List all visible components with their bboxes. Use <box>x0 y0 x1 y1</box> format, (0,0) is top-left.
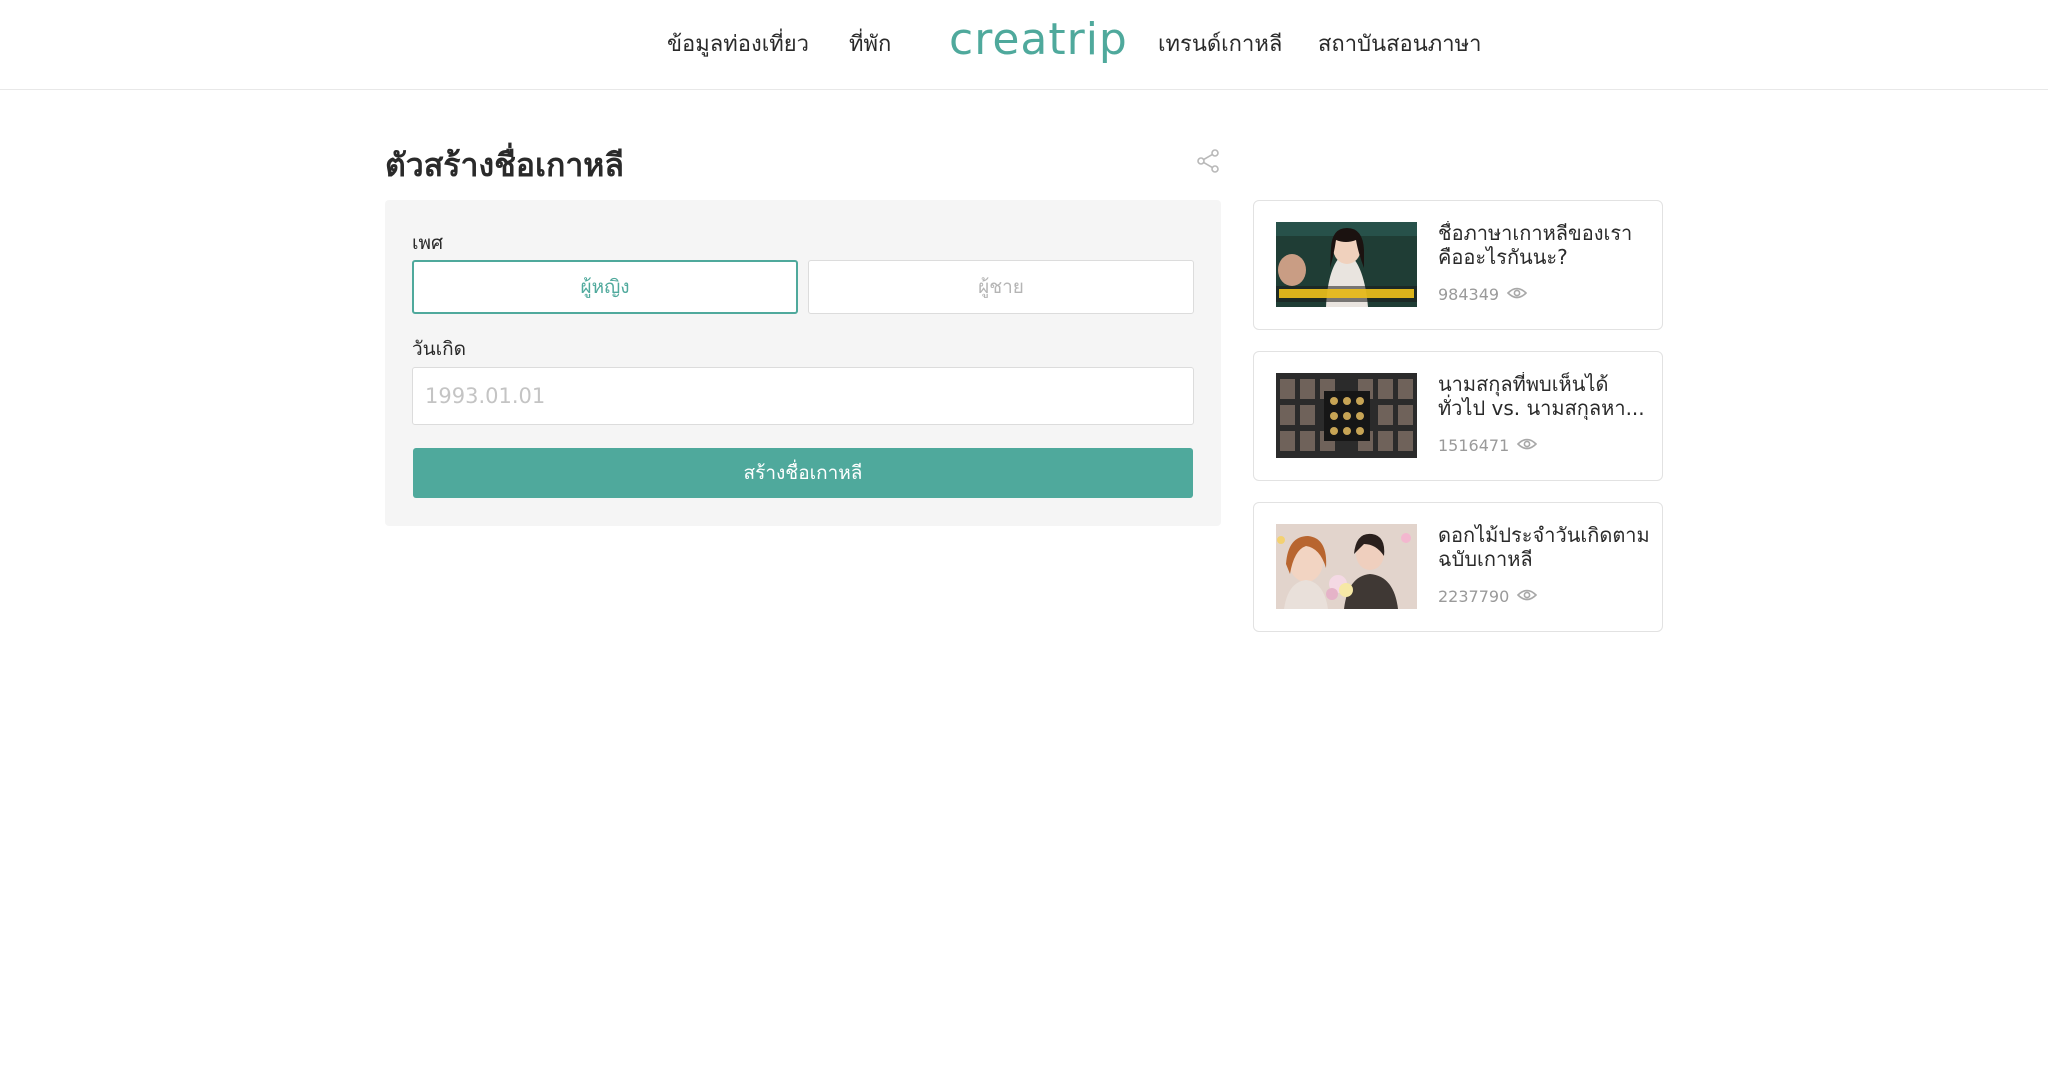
nav-accommodation[interactable]: ที่พัก <box>849 26 891 61</box>
share-icon[interactable] <box>1196 148 1220 174</box>
page-title: ตัวสร้างชื่อเกาหลี <box>385 146 624 184</box>
article-view-count: 984349 <box>1438 285 1528 304</box>
article-title: ดอกไม้ประจำวันเกิดตามฉบับเกาหลี <box>1438 523 1650 571</box>
creatrip-logo[interactable]: creatrip <box>949 14 1128 65</box>
view-count: 1516471 <box>1438 436 1510 455</box>
nav-korea-trends[interactable]: เทรนด์เกาหลี <box>1158 26 1282 61</box>
eye-icon <box>1517 587 1538 606</box>
view-count: 2237790 <box>1438 587 1510 606</box>
nav-travel-info[interactable]: ข้อมูลท่องเที่ยว <box>667 26 809 61</box>
gender-female-button[interactable]: ผู้หญิง <box>412 260 798 314</box>
birthday-input[interactable] <box>412 367 1194 425</box>
top-navigation: ข้อมูลท่องเที่ยว ที่พัก creatrip เทรนด์เ… <box>0 0 2048 90</box>
eye-icon <box>1517 436 1538 455</box>
related-card[interactable]: นามสกุลที่พบเห็นได้ทั่วไป vs. นามสกุลหา.… <box>1253 351 1663 481</box>
eye-icon <box>1506 285 1528 304</box>
article-title: นามสกุลที่พบเห็นได้ทั่วไป vs. นามสกุลหา.… <box>1438 372 1645 420</box>
article-thumbnail <box>1276 373 1417 458</box>
related-card[interactable]: ดอกไม้ประจำวันเกิดตามฉบับเกาหลี 2237790 <box>1253 502 1663 632</box>
gender-male-button[interactable]: ผู้ชาย <box>808 260 1194 314</box>
article-thumbnail <box>1276 222 1417 307</box>
nav-language-school[interactable]: สถาบันสอนภาษา <box>1318 26 1482 61</box>
gender-label: เพศ <box>412 232 444 254</box>
article-thumbnail <box>1276 524 1417 609</box>
related-card[interactable]: ชื่อภาษาเกาหลีของเราคืออะไรกันนะ? 984349 <box>1253 200 1663 330</box>
article-title: ชื่อภาษาเกาหลีของเราคืออะไรกันนะ? <box>1438 221 1633 269</box>
name-generator-form: เพศ ผู้หญิง ผู้ชาย วันเกิด สร้างชื่อเกาห… <box>385 200 1221 526</box>
article-view-count: 2237790 <box>1438 587 1538 606</box>
article-view-count: 1516471 <box>1438 436 1538 455</box>
generate-name-button[interactable]: สร้างชื่อเกาหลี <box>413 448 1193 498</box>
birthday-label: วันเกิด <box>412 338 466 360</box>
view-count: 984349 <box>1438 285 1500 304</box>
